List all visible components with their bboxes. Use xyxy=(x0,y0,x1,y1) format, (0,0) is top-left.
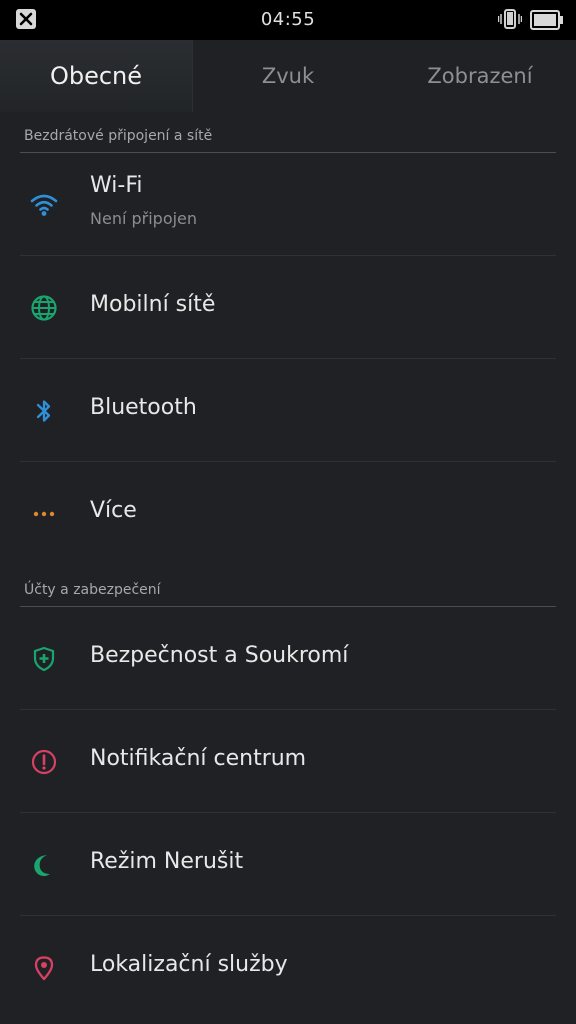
bluetooth-icon xyxy=(36,400,51,422)
status-time: 04:55 xyxy=(260,9,316,30)
section-title: Bezdrátové připojení a sítě xyxy=(24,128,213,144)
section-header-wireless: Bezdrátové připojení a sítě xyxy=(20,113,556,153)
item-label: Mobilní sítě xyxy=(90,292,216,317)
settings-item-notification-center[interactable]: Notifikační centrum xyxy=(20,710,556,813)
item-label: Lokalizační služby xyxy=(90,952,288,977)
status-bar: 04:55 xyxy=(0,0,576,40)
tab-obecne[interactable]: Obecné xyxy=(0,40,193,112)
globe-icon xyxy=(31,295,57,321)
section-header-accounts: Účty a zabezpečení xyxy=(20,567,556,607)
settings-item-wifi[interactable]: Wi-Fi Není připojen xyxy=(20,153,556,256)
settings-item-security-privacy[interactable]: Bezpečnost a Soukromí xyxy=(20,607,556,710)
tab-zvuk[interactable]: Zvuk xyxy=(192,40,384,112)
item-label: Notifikační centrum xyxy=(90,746,307,771)
settings-item-do-not-disturb[interactable]: Režim Nerušit xyxy=(20,813,556,916)
item-label: Více xyxy=(90,498,137,523)
settings-item-bluetooth[interactable]: Bluetooth xyxy=(20,359,556,462)
settings-item-more[interactable]: Více xyxy=(20,462,556,565)
settings-item-mobile-networks[interactable]: Mobilní sítě xyxy=(20,256,556,359)
battery-icon xyxy=(530,10,563,30)
more-dots-icon xyxy=(33,511,55,517)
item-sublabel: Není připojen xyxy=(90,209,198,228)
item-label: Bluetooth xyxy=(90,395,197,420)
item-label: Wi-Fi xyxy=(90,173,143,198)
tab-zobrazeni[interactable]: Zobrazení xyxy=(384,40,576,112)
wifi-icon xyxy=(30,194,58,216)
section-title: Účty a zabezpečení xyxy=(24,582,161,598)
vibrate-icon xyxy=(498,9,522,29)
tab-bar: Obecné Zvuk Zobrazení xyxy=(0,40,576,112)
shield-icon xyxy=(33,646,55,672)
location-pin-icon xyxy=(34,956,54,981)
moon-icon xyxy=(34,855,50,877)
item-label: Režim Nerušit xyxy=(90,849,244,874)
alert-circle-icon xyxy=(31,749,57,775)
item-label: Bezpečnost a Soukromí xyxy=(90,643,349,668)
settings-item-location-services[interactable]: Lokalizační služby xyxy=(20,916,556,1019)
